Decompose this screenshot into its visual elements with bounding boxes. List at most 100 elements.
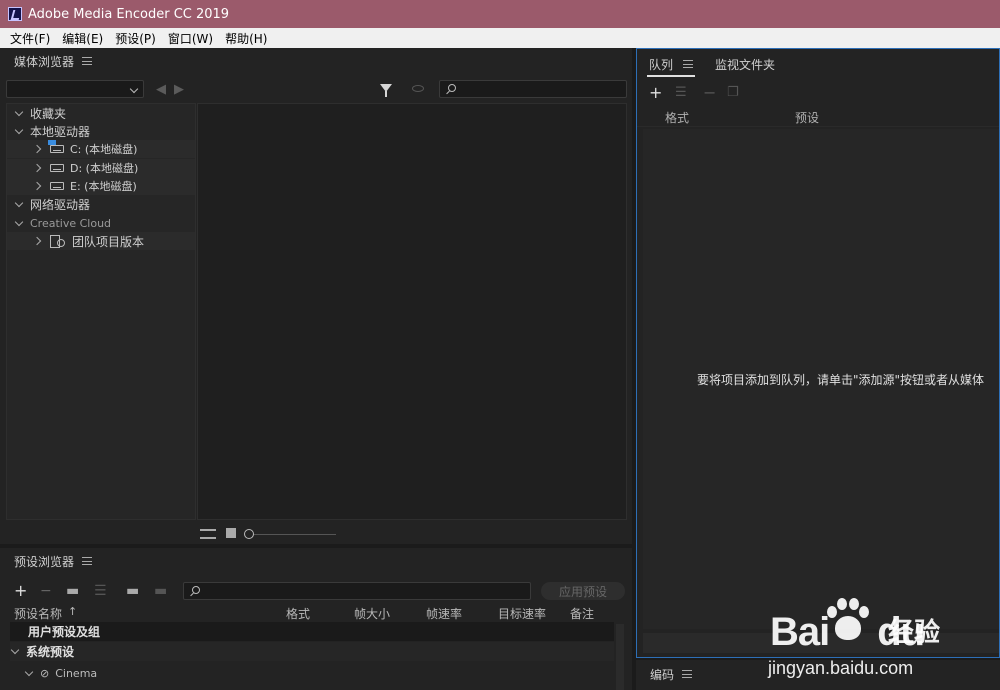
media-browser-footer bbox=[0, 524, 632, 544]
tree-item-network-drives[interactable]: 网络驱动器 bbox=[7, 195, 195, 213]
duplicate-icon[interactable]: ❐ bbox=[727, 85, 739, 100]
drive-icon bbox=[50, 182, 64, 190]
view-eye-icon[interactable] bbox=[412, 85, 424, 92]
tree-item-label: 团队项目版本 bbox=[72, 234, 145, 249]
chevron-right-icon[interactable] bbox=[32, 144, 42, 154]
menu-file[interactable]: 文件(F) bbox=[4, 30, 56, 47]
media-search-input[interactable] bbox=[439, 80, 627, 98]
chevron-down-icon[interactable] bbox=[14, 217, 24, 226]
chevron-right-icon[interactable] bbox=[32, 181, 42, 191]
preset-row-system-presets[interactable]: 系统预设 bbox=[10, 642, 614, 661]
tree-item-drive-e[interactable]: E: (本地磁盘) bbox=[7, 177, 195, 195]
media-browser-title: 媒体浏览器 bbox=[14, 54, 75, 69]
panel-menu-icon[interactable] bbox=[683, 60, 693, 68]
new-group-icon[interactable]: ▬ bbox=[66, 583, 79, 599]
media-browser-toolbar: ◀ ▶ bbox=[0, 76, 632, 102]
title-bar: Adobe Media Encoder CC 2019 bbox=[0, 0, 1000, 28]
zoom-slider-handle[interactable] bbox=[244, 529, 254, 539]
sort-ascending-icon[interactable]: ↑ bbox=[68, 605, 77, 618]
column-frame-size[interactable]: 帧大小 bbox=[354, 605, 390, 622]
column-format[interactable]: 格式 bbox=[665, 109, 689, 126]
panel-menu-icon[interactable] bbox=[82, 557, 93, 565]
tree-item-label: D: (本地磁盘) bbox=[70, 162, 139, 175]
chevron-down-icon[interactable] bbox=[10, 645, 20, 655]
active-tab-indicator bbox=[647, 75, 695, 77]
location-dropdown[interactable] bbox=[6, 80, 144, 98]
chevron-down-icon[interactable] bbox=[14, 125, 24, 134]
queue-toolbar: + ☰ − ❐ bbox=[637, 81, 999, 103]
queue-column-headers: 格式 预设 bbox=[637, 107, 999, 127]
watermark-cn: 经验 bbox=[888, 618, 941, 648]
media-content-area[interactable] bbox=[197, 103, 627, 520]
menu-help[interactable]: 帮助(H) bbox=[219, 30, 273, 47]
tree-item-label: Creative Cloud bbox=[30, 216, 112, 230]
chevron-down-icon[interactable] bbox=[24, 667, 34, 677]
tree-item-creative-cloud[interactable]: Creative Cloud bbox=[7, 214, 195, 232]
chevron-right-icon[interactable] bbox=[32, 163, 42, 173]
tree-item-label: 本地驱动器 bbox=[30, 124, 91, 139]
tab-queue[interactable]: 队列 bbox=[649, 56, 673, 73]
column-preset[interactable]: 预设 bbox=[795, 109, 819, 126]
list-view-icon[interactable] bbox=[200, 529, 216, 539]
tab-watch-folders[interactable]: 监视文件夹 bbox=[715, 56, 775, 73]
import-preset-icon[interactable]: ▬ bbox=[126, 583, 139, 599]
encoding-title: 编码 bbox=[650, 667, 675, 682]
preset-row-label: 用户预设及组 bbox=[28, 625, 101, 639]
menu-edit[interactable]: 编辑(E) bbox=[56, 30, 109, 47]
menu-window[interactable]: 窗口(W) bbox=[162, 30, 219, 47]
panel-menu-icon[interactable] bbox=[82, 57, 93, 65]
remove-preset-icon[interactable]: − bbox=[40, 583, 52, 599]
menu-bar: 文件(F) 编辑(E) 预设(P) 窗口(W) 帮助(H) bbox=[0, 28, 1000, 48]
panel-menu-icon[interactable] bbox=[682, 670, 693, 678]
filter-icon[interactable] bbox=[380, 84, 392, 97]
column-frame-rate[interactable]: 帧速率 bbox=[426, 605, 462, 622]
forward-arrow-icon[interactable]: ▶ bbox=[174, 82, 184, 97]
column-preset-name[interactable]: 预设名称 bbox=[14, 605, 62, 622]
media-browser-header: 媒体浏览器 bbox=[0, 48, 632, 74]
preset-row-label: 系统预设 bbox=[26, 645, 75, 659]
tree-item-label: C: (本地磁盘) bbox=[70, 143, 138, 156]
menu-preset[interactable]: 预设(P) bbox=[109, 30, 162, 47]
tree-item-label: 网络驱动器 bbox=[30, 197, 91, 212]
system-drive-icon bbox=[48, 140, 64, 153]
icon-view-icon[interactable] bbox=[226, 528, 236, 538]
add-preset-icon[interactable]: + bbox=[14, 581, 27, 600]
tree-item-drive-c[interactable]: C: (本地磁盘) bbox=[7, 140, 195, 158]
preset-scrollbar[interactable] bbox=[616, 624, 624, 690]
window-title: Adobe Media Encoder CC 2019 bbox=[28, 6, 230, 22]
tree-item-local-drives[interactable]: 本地驱动器 bbox=[7, 122, 195, 140]
settings-sliders-icon[interactable]: ☰ bbox=[675, 85, 687, 100]
queue-empty-message: 要将项目添加到队列，请单击"添加源"按钮或者从媒体 bbox=[697, 373, 985, 387]
queue-tabs: 队列 监视文件夹 bbox=[637, 51, 999, 77]
preset-column-headers: 预设名称 ↑ 格式 帧大小 帧速率 目标速率 备注 bbox=[0, 604, 632, 622]
tree-item-drive-d[interactable]: D: (本地磁盘) bbox=[7, 159, 195, 177]
preset-search-input[interactable] bbox=[183, 582, 531, 600]
chevron-down-icon[interactable] bbox=[14, 107, 24, 116]
remove-icon[interactable]: − bbox=[703, 83, 716, 102]
preset-row-cinema[interactable]: ⊘ Cinema bbox=[10, 664, 614, 683]
column-target-rate[interactable]: 目标速率 bbox=[498, 605, 546, 622]
queue-list[interactable]: 要将项目添加到队列，请单击"添加源"按钮或者从媒体 bbox=[643, 129, 999, 629]
tree-item-team-projects[interactable]: 团队项目版本 bbox=[7, 232, 195, 250]
column-format[interactable]: 格式 bbox=[286, 605, 310, 622]
file-tree: 收藏夹 本地驱动器 C: (本地磁盘) D: (本地磁盘) E: (本地磁盘) … bbox=[6, 103, 196, 520]
chevron-down-icon[interactable] bbox=[14, 198, 24, 207]
queue-panel: 队列 监视文件夹 + ☰ − ❐ 格式 预设 要将项目添加到队列，请单击"添加源… bbox=[636, 48, 1000, 658]
back-arrow-icon[interactable]: ◀ bbox=[156, 82, 166, 97]
team-project-icon bbox=[50, 235, 66, 248]
preset-row-user-presets[interactable]: 用户预设及组 bbox=[10, 622, 614, 641]
media-encoder-app-icon bbox=[8, 7, 22, 21]
zoom-slider-track[interactable] bbox=[252, 534, 336, 535]
column-comment[interactable]: 备注 bbox=[570, 605, 594, 622]
preset-settings-icon[interactable]: ☰ bbox=[94, 583, 107, 599]
search-icon bbox=[192, 586, 200, 594]
tree-item-label: E: (本地磁盘) bbox=[70, 180, 137, 193]
tree-item-favorites[interactable]: 收藏夹 bbox=[7, 104, 195, 122]
add-source-icon[interactable]: + bbox=[649, 83, 662, 102]
chevron-right-icon[interactable] bbox=[32, 236, 42, 246]
apply-preset-button[interactable]: 应用预设 bbox=[541, 582, 625, 600]
export-preset-icon[interactable]: ▬ bbox=[154, 583, 167, 599]
cinema-icon: ⊘ bbox=[40, 667, 50, 680]
preset-row-label: Cinema bbox=[55, 667, 98, 680]
drive-icon bbox=[50, 164, 64, 172]
